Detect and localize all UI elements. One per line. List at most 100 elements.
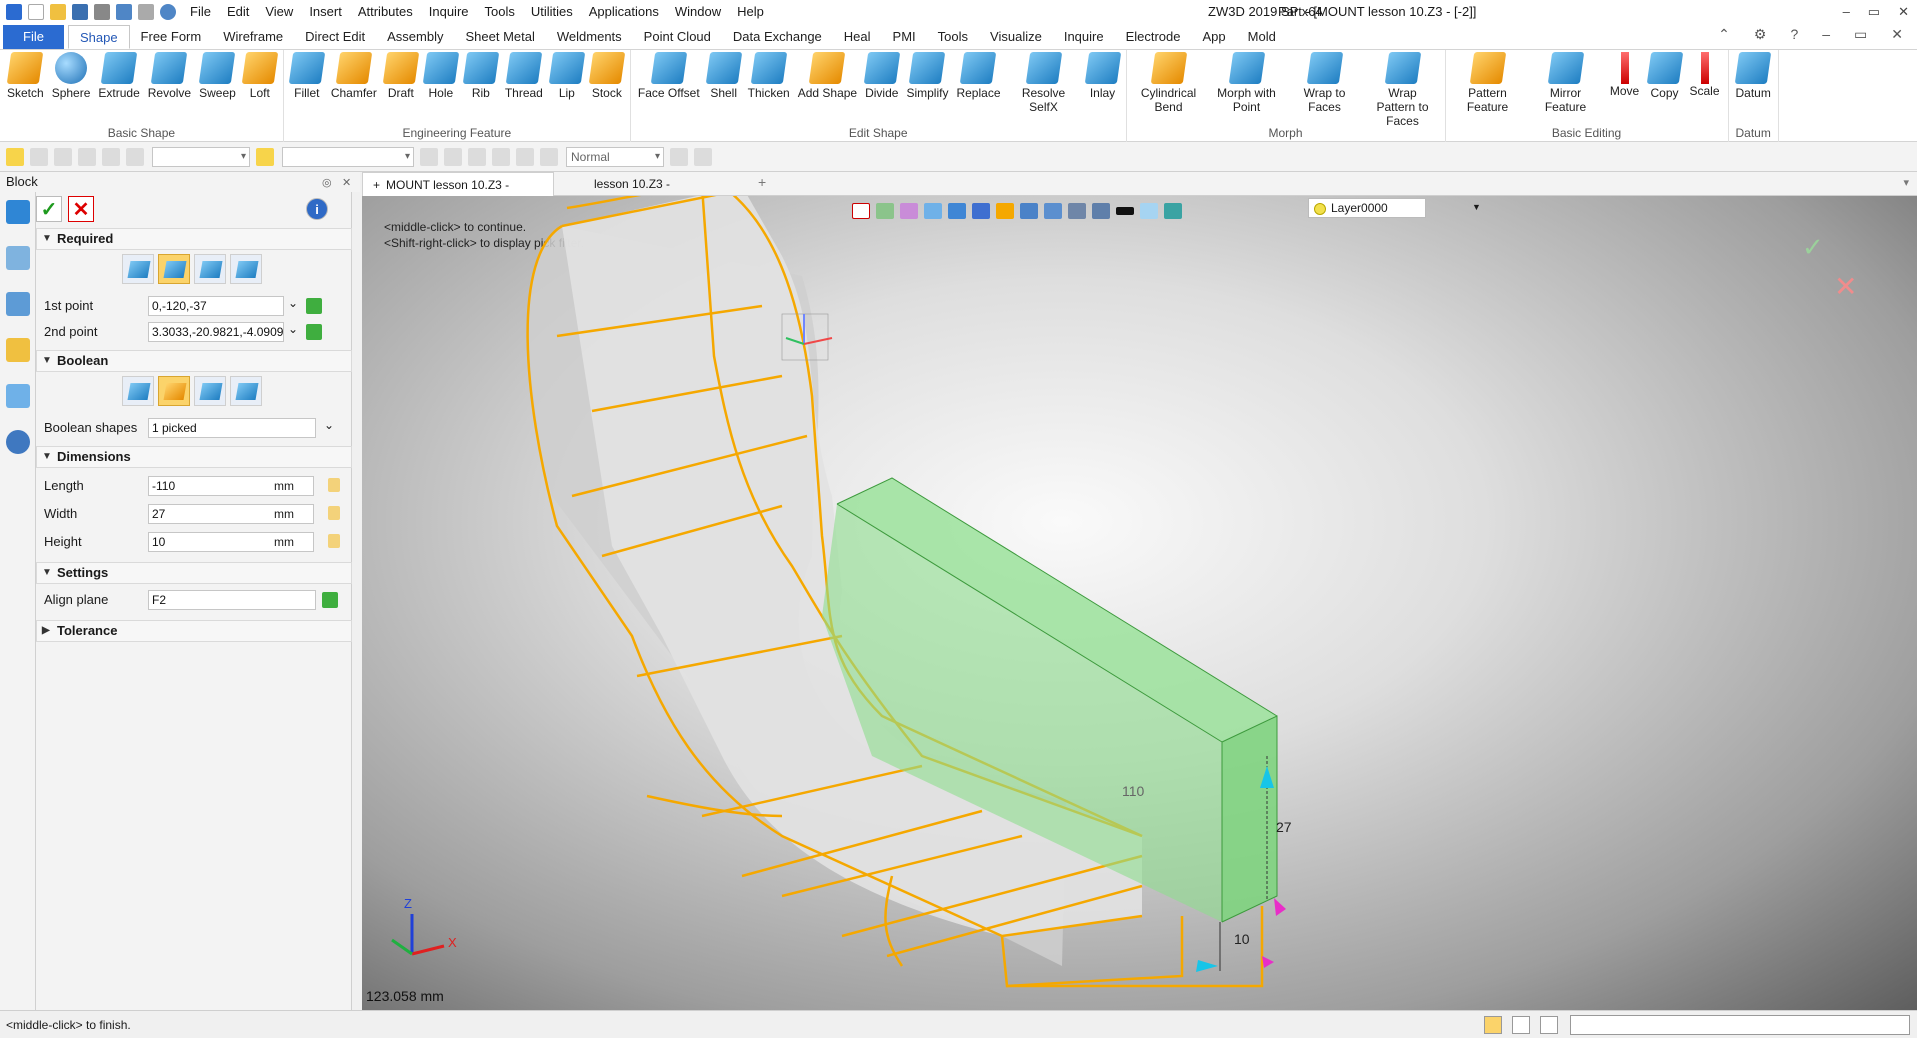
- boolean-shapes-input[interactable]: 1 picked: [148, 418, 316, 438]
- block-type-4-icon[interactable]: [230, 254, 262, 284]
- cancel-x-icon[interactable]: ✕: [68, 196, 94, 222]
- ribbon-tab-inquire[interactable]: Inquire: [1053, 25, 1115, 49]
- ribbon-tab-assembly[interactable]: Assembly: [376, 25, 454, 49]
- window-minimize-icon[interactable]: –: [1822, 26, 1830, 43]
- block-type-2-icon[interactable]: [158, 254, 190, 284]
- menu-window[interactable]: Window: [667, 0, 729, 24]
- menu-applications[interactable]: Applications: [581, 0, 667, 24]
- open-folder-icon[interactable]: [50, 4, 66, 20]
- length-arrow-handle[interactable]: [1274, 898, 1286, 916]
- redo-icon[interactable]: [138, 4, 154, 20]
- ribbon-tab-tools[interactable]: Tools: [927, 25, 979, 49]
- hexagon-icon[interactable]: [102, 147, 120, 166]
- panel-pin-icon[interactable]: ◎: [322, 176, 332, 189]
- height-arrow-handle-2[interactable]: [1262, 956, 1274, 968]
- pick-filter-icon[interactable]: [30, 147, 48, 166]
- ribbon-tab-electrode[interactable]: Electrode: [1115, 25, 1192, 49]
- hide-icon[interactable]: [420, 147, 438, 166]
- menu-file[interactable]: File: [182, 0, 219, 24]
- tab-list-icon[interactable]: ▾: [1903, 176, 1909, 189]
- doc-tab-mount[interactable]: +MOUNT lesson 10.Z3 - [-2]✕: [362, 172, 554, 216]
- align-plane-input[interactable]: F2: [148, 590, 316, 610]
- feature-panel-icon[interactable]: [6, 200, 30, 224]
- minimize-icon[interactable]: –: [1843, 0, 1850, 24]
- minus-icon[interactable]: [54, 147, 72, 166]
- align-plane-pick-icon[interactable]: [322, 592, 338, 608]
- dim-width-label[interactable]: 27: [1276, 819, 1292, 835]
- menu-utilities[interactable]: Utilities: [523, 0, 581, 24]
- ribbon-tab-wireframe[interactable]: Wireframe: [212, 25, 294, 49]
- ribbon-tab-data-exchange[interactable]: Data Exchange: [722, 25, 833, 49]
- status-layout-icon[interactable]: [1484, 1016, 1502, 1034]
- ok-check-icon[interactable]: ✓: [36, 196, 62, 222]
- ribbon-tab-direct-edit[interactable]: Direct Edit: [294, 25, 376, 49]
- section-required[interactable]: Required: [36, 228, 352, 250]
- render-mode-combo[interactable]: Normal: [566, 146, 664, 167]
- first-point-input[interactable]: 0,-120,-37: [148, 296, 284, 316]
- dim-height-label[interactable]: 10: [1234, 931, 1250, 947]
- ribbon-tab-shape[interactable]: Shape: [67, 25, 130, 49]
- entity-combo[interactable]: [282, 146, 414, 167]
- section-boolean[interactable]: Boolean: [36, 350, 352, 372]
- viewport-ok-check-icon[interactable]: ✓: [1802, 233, 1824, 263]
- dim-length-label[interactable]: 110: [1122, 783, 1145, 799]
- align-icon[interactable]: [468, 147, 486, 166]
- menu-insert[interactable]: Insert: [301, 0, 350, 24]
- width-lock-icon[interactable]: [328, 506, 340, 520]
- properties-icon[interactable]: [6, 384, 30, 408]
- filter-combo[interactable]: [152, 146, 250, 167]
- close-icon[interactable]: ✕: [1898, 0, 1909, 24]
- command-input[interactable]: [1570, 1015, 1910, 1035]
- maximize-icon[interactable]: ▭: [1868, 0, 1880, 24]
- second-point-input[interactable]: 3.3033,-20.9821,-4.09092: [148, 322, 284, 342]
- ribbon-tab-free-form[interactable]: Free Form: [130, 25, 213, 49]
- window-restore-icon[interactable]: ▭: [1854, 26, 1867, 43]
- collapse-ribbon-icon[interactable]: ⌃: [1718, 26, 1730, 43]
- boolean-intersect-icon[interactable]: [230, 376, 262, 406]
- smart-select-icon[interactable]: [256, 147, 274, 166]
- section-dimensions[interactable]: Dimensions: [36, 446, 352, 468]
- ribbon-tab-visualize[interactable]: Visualize: [979, 25, 1053, 49]
- menu-view[interactable]: View: [257, 0, 301, 24]
- undo-icon[interactable]: [116, 4, 132, 20]
- 3d-viewport[interactable]: <middle-click> to continue. <Shift-right…: [362, 196, 1917, 1010]
- settings-gear-icon[interactable]: ⚙: [1754, 26, 1767, 43]
- menu-help[interactable]: Help: [729, 0, 772, 24]
- select-arrow-icon[interactable]: [6, 147, 24, 166]
- ribbon-tab-heal[interactable]: Heal: [833, 25, 882, 49]
- show-icon[interactable]: [444, 147, 462, 166]
- boolean-shapes-expand-icon[interactable]: ⌄: [324, 418, 334, 432]
- part-icon[interactable]: [6, 338, 30, 362]
- brush-icon[interactable]: [126, 147, 144, 166]
- cursor-icon[interactable]: [670, 147, 688, 166]
- ribbon-tab-file[interactable]: File: [3, 25, 64, 49]
- help-icon[interactable]: ?: [1790, 26, 1798, 43]
- pin-icon[interactable]: [516, 147, 534, 166]
- menu-tools[interactable]: Tools: [477, 0, 523, 24]
- menu-attributes[interactable]: Attributes: [350, 0, 421, 24]
- second-point-expand-icon[interactable]: ⌄: [288, 322, 298, 336]
- ribbon-tab-weldments[interactable]: Weldments: [546, 25, 633, 49]
- menu-edit[interactable]: Edit: [219, 0, 257, 24]
- assembly-tree-icon[interactable]: [6, 292, 30, 316]
- boolean-add-icon[interactable]: [158, 376, 190, 406]
- first-point-expand-icon[interactable]: ⌄: [288, 296, 298, 310]
- boolean-remove-icon[interactable]: [194, 376, 226, 406]
- menu-inquire[interactable]: Inquire: [421, 0, 477, 24]
- status-list-icon[interactable]: [1540, 1016, 1558, 1034]
- ribbon-tab-point-cloud[interactable]: Point Cloud: [633, 25, 722, 49]
- block-type-1-icon[interactable]: [122, 254, 154, 284]
- history-tree-icon[interactable]: [6, 246, 30, 270]
- block-type-3-icon[interactable]: [194, 254, 226, 284]
- section-tolerance[interactable]: Tolerance: [36, 620, 352, 642]
- ribbon-tab-app[interactable]: App: [1192, 25, 1237, 49]
- plus-filter-icon[interactable]: [78, 147, 96, 166]
- section-settings[interactable]: Settings: [36, 562, 352, 584]
- new-file-icon[interactable]: [28, 4, 44, 20]
- second-point-pick-icon[interactable]: [306, 324, 322, 340]
- ribbon-tab-sheet-metal[interactable]: Sheet Metal: [455, 25, 546, 49]
- new-tab-icon[interactable]: +: [758, 174, 766, 190]
- length-lock-icon[interactable]: [328, 478, 340, 492]
- print-icon[interactable]: [94, 4, 110, 20]
- first-point-pick-icon[interactable]: [306, 298, 322, 314]
